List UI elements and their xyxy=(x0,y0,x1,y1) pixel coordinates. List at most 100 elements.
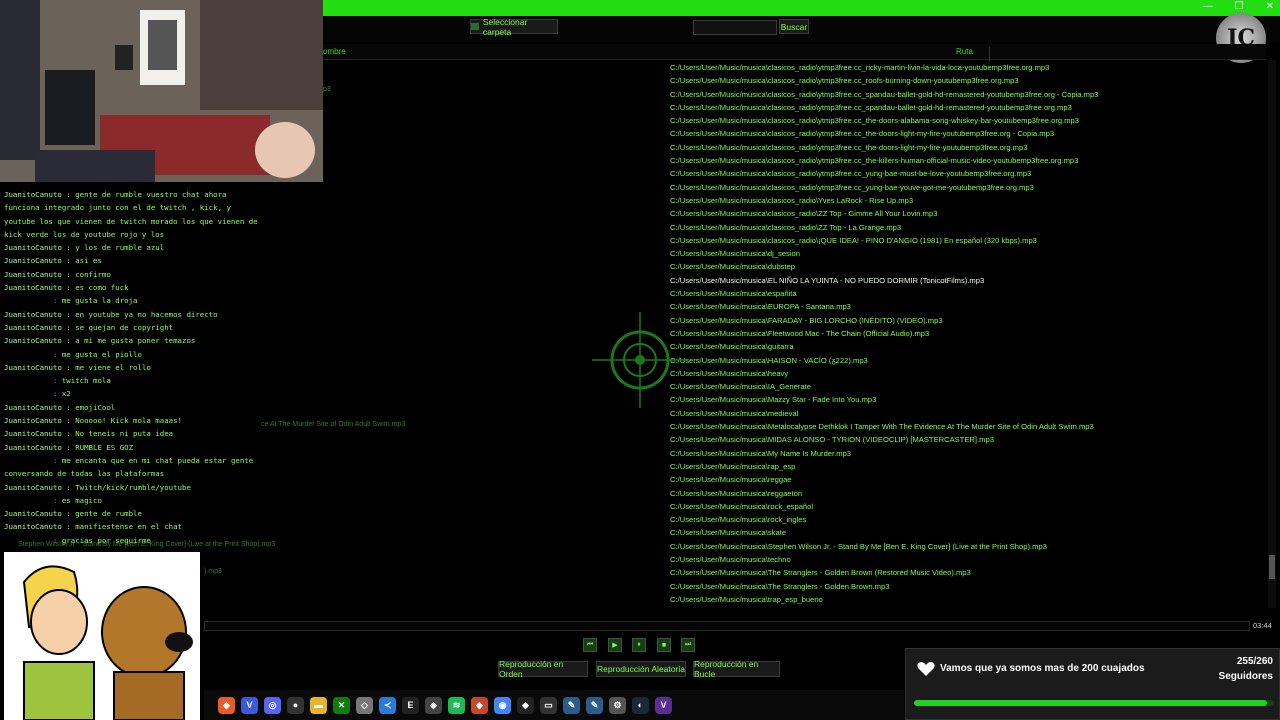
table-row[interactable]: C:/Users/User/Music/musica\MIDAS ALONSO … xyxy=(670,433,1260,446)
table-row[interactable]: C:/Users/User/Music/musica\reggae xyxy=(670,473,1260,486)
box-icon[interactable]: ◇ xyxy=(356,696,373,714)
table-row[interactable]: C:/Users/User/Music/musica\clasicos_radi… xyxy=(670,181,1260,194)
table-row[interactable]: C:/Users/User/Music/musica\reggaeton xyxy=(670,487,1260,500)
search-input[interactable] xyxy=(693,20,777,35)
table-row[interactable]: C:/Users/User/Music/musica\clasicos_radi… xyxy=(670,101,1260,114)
table-row[interactable]: C:/Users/User/Music/musica\trap_esp_buen… xyxy=(670,593,1260,606)
stop-button[interactable]: ■ xyxy=(657,638,671,652)
github-icon[interactable]: ◆ xyxy=(517,696,534,714)
table-row[interactable]: C:/Users/User/Music/musica\dj_sesion xyxy=(670,247,1260,260)
follower-goal-widget: Vamos que ya somos mas de 200 cuajados 2… xyxy=(905,648,1280,720)
table-row[interactable]: C:/Users/User/Music/musica\FARADAY - BIG… xyxy=(670,314,1260,327)
table-row[interactable]: C:/Users/User/Music/musica\skate xyxy=(670,526,1260,539)
chat-text: y los de rumble azul xyxy=(75,243,165,253)
table-row[interactable]: C:/Users/User/Music/musica\rock_español xyxy=(670,500,1260,513)
select-folder-button[interactable]: Seleccionar carpeta xyxy=(470,17,558,37)
table-row[interactable]: C:/Users/User/Music/musica\Fleetwood Mac… xyxy=(670,327,1260,340)
vscode-icon[interactable]: ≺ xyxy=(379,696,396,714)
steam-icon[interactable]: ◐ xyxy=(632,696,649,714)
column-path-header[interactable]: Ruta xyxy=(956,47,973,56)
epic-icon[interactable]: E xyxy=(402,696,419,714)
table-row[interactable]: C:/Users/User/Music/musica\techno xyxy=(670,553,1260,566)
maximize-button[interactable]: ❐ xyxy=(1235,1,1244,12)
table-row[interactable]: C:/Users/User/Music/musica\clasicos_radi… xyxy=(670,141,1260,154)
chat-message: JuanitoCanuto : a mi me gusta poner tema… xyxy=(4,334,266,347)
minimize-button[interactable]: — xyxy=(1203,1,1213,12)
table-row[interactable]: C:/Users/User/Music/musica\clasicos_radi… xyxy=(670,207,1260,220)
cartoon-overlay xyxy=(4,552,200,720)
mode-shuffle-button[interactable]: Reproducción Aleatoria xyxy=(596,661,686,677)
pause-button[interactable]: ⏸ xyxy=(632,638,646,652)
vs-icon[interactable]: V xyxy=(655,696,672,714)
table-row[interactable]: C:/Users/User/Music/musica\clasicos_radi… xyxy=(670,167,1260,180)
chat-message: : me gusta la droja xyxy=(4,294,266,307)
chat-message: JuanitoCanuto : me viene el rollo xyxy=(4,361,266,374)
chat-text: me viene el rollo xyxy=(75,362,151,372)
table-row[interactable]: C:/Users/User/Music/musica\clasicos_radi… xyxy=(670,154,1260,167)
chat-text: Nooooo! Kick mola maaas! xyxy=(75,416,182,426)
table-row[interactable]: C:/Users/User/Music/musica\HAISON - VACÍ… xyxy=(670,354,1260,367)
table-row[interactable]: C:/Users/User/Music/musica\EUROPA - Sant… xyxy=(670,300,1260,313)
table-row[interactable]: C:/Users/User/Music/musica\clasicos_radi… xyxy=(670,88,1260,101)
table-row[interactable]: C:/Users/User/Music/musica\Metalocalypse… xyxy=(670,420,1260,433)
column-name-header[interactable]: ombre xyxy=(323,47,346,56)
pen2-icon[interactable]: ✎ xyxy=(586,696,603,714)
chat-text: confirmo xyxy=(75,269,111,279)
obs-icon[interactable]: ● xyxy=(287,696,304,714)
heart-icon xyxy=(917,662,935,676)
mode-loop-button[interactable]: Reproducción en Bucle xyxy=(693,659,780,679)
chrome-icon[interactable]: ◉ xyxy=(494,696,511,714)
search-button[interactable]: Buscar xyxy=(779,19,809,34)
chat-text: me gusta el piollo xyxy=(61,349,142,359)
pause-icon: ⏸ xyxy=(637,641,641,648)
chat-text: x2 xyxy=(61,389,71,399)
table-row[interactable]: C:/Users/User/Music/musica\guitarra xyxy=(670,340,1260,353)
xbox-icon[interactable]: ✕ xyxy=(333,696,350,714)
chat-username: JuanitoCanuto : xyxy=(4,269,76,279)
lion-icon[interactable]: ◆ xyxy=(471,696,488,714)
close-button[interactable]: ✕ xyxy=(1266,1,1274,12)
scrollbar-thumb[interactable] xyxy=(1269,555,1275,579)
settings-icon[interactable]: ⚙ xyxy=(609,696,626,714)
table-row[interactable]: C:/Users/User/Music/musica\dubstep xyxy=(670,260,1260,273)
spotify-icon[interactable]: ≋ xyxy=(448,696,465,714)
table-row[interactable]: C:/Users/User/Music/musica\clasicos_radi… xyxy=(670,114,1260,127)
path-list: C:/Users/User/Music/musica\clasicos_radi… xyxy=(670,61,1260,606)
previous-icon: ⏮ xyxy=(586,641,594,648)
table-row[interactable]: C:/Users/User/Music/musica\clasicos_radi… xyxy=(670,127,1260,140)
table-row[interactable]: C:/Users/User/Music/musica\clasicos_radi… xyxy=(670,74,1260,87)
table-row[interactable]: C:/Users/User/Music/musica\Mazzy Star - … xyxy=(670,393,1260,406)
table-row[interactable]: C:/Users/User/Music/musica\rap_esp xyxy=(670,460,1260,473)
table-row[interactable]: C:/Users/User/Music/musica\clasicos_radi… xyxy=(670,194,1260,207)
folder-icon[interactable]: ▬ xyxy=(310,696,327,714)
crosshair-icon xyxy=(592,312,688,408)
terminal-icon[interactable]: ▭ xyxy=(540,696,557,714)
table-row[interactable]: C:/Users/User/Music/musica\rock_ingles xyxy=(670,513,1260,526)
play-button[interactable]: ▶ xyxy=(608,638,622,652)
table-row[interactable]: C:/Users/User/Music/musica\españita xyxy=(670,287,1260,300)
column-divider[interactable] xyxy=(989,47,990,62)
table-row[interactable]: C:/Users/User/Music/musica\medieval xyxy=(670,407,1260,420)
v-icon[interactable]: V xyxy=(241,696,258,714)
unity-icon[interactable]: ◈ xyxy=(425,696,442,714)
scrollbar[interactable] xyxy=(1268,60,1276,608)
discord-icon[interactable]: ◎ xyxy=(264,696,281,714)
table-row[interactable]: C:/Users/User/Music/musica\My Name Is Mu… xyxy=(670,447,1260,460)
chat-username: JuanitoCanuto : xyxy=(4,190,76,199)
table-row[interactable]: C:/Users/User/Music/musica\clasicos_radi… xyxy=(670,61,1260,74)
next-button[interactable]: ⏭ xyxy=(681,638,695,652)
playback-progress[interactable] xyxy=(204,621,1250,631)
previous-button[interactable]: ⏮ xyxy=(583,638,597,652)
table-row[interactable]: C:/Users/User/Music/musica\clasicos_radi… xyxy=(670,234,1260,247)
chat-username: JuanitoCanuto : xyxy=(4,322,76,332)
table-row[interactable]: C:/Users/User/Music/musica\The Strangler… xyxy=(670,566,1260,579)
table-row[interactable]: C:/Users/User/Music/musica\heavy xyxy=(670,367,1260,380)
table-row[interactable]: C:/Users/User/Music/musica\The Strangler… xyxy=(670,580,1260,593)
table-row[interactable]: C:/Users/User/Music/musica\clasicos_radi… xyxy=(670,221,1260,234)
brave-icon[interactable]: ◆ xyxy=(218,696,235,714)
pen-icon[interactable]: ✎ xyxy=(563,696,580,714)
table-row[interactable]: C:/Users/User/Music/musica\IA_Generate xyxy=(670,380,1260,393)
table-row[interactable]: C:/Users/User/Music/musica\Stephen Wilso… xyxy=(670,540,1260,553)
mode-order-button[interactable]: Reproducción en Orden xyxy=(498,659,588,679)
table-row[interactable]: C:/Users/User/Music/musica\EL NIÑO LA YU… xyxy=(670,274,1260,287)
